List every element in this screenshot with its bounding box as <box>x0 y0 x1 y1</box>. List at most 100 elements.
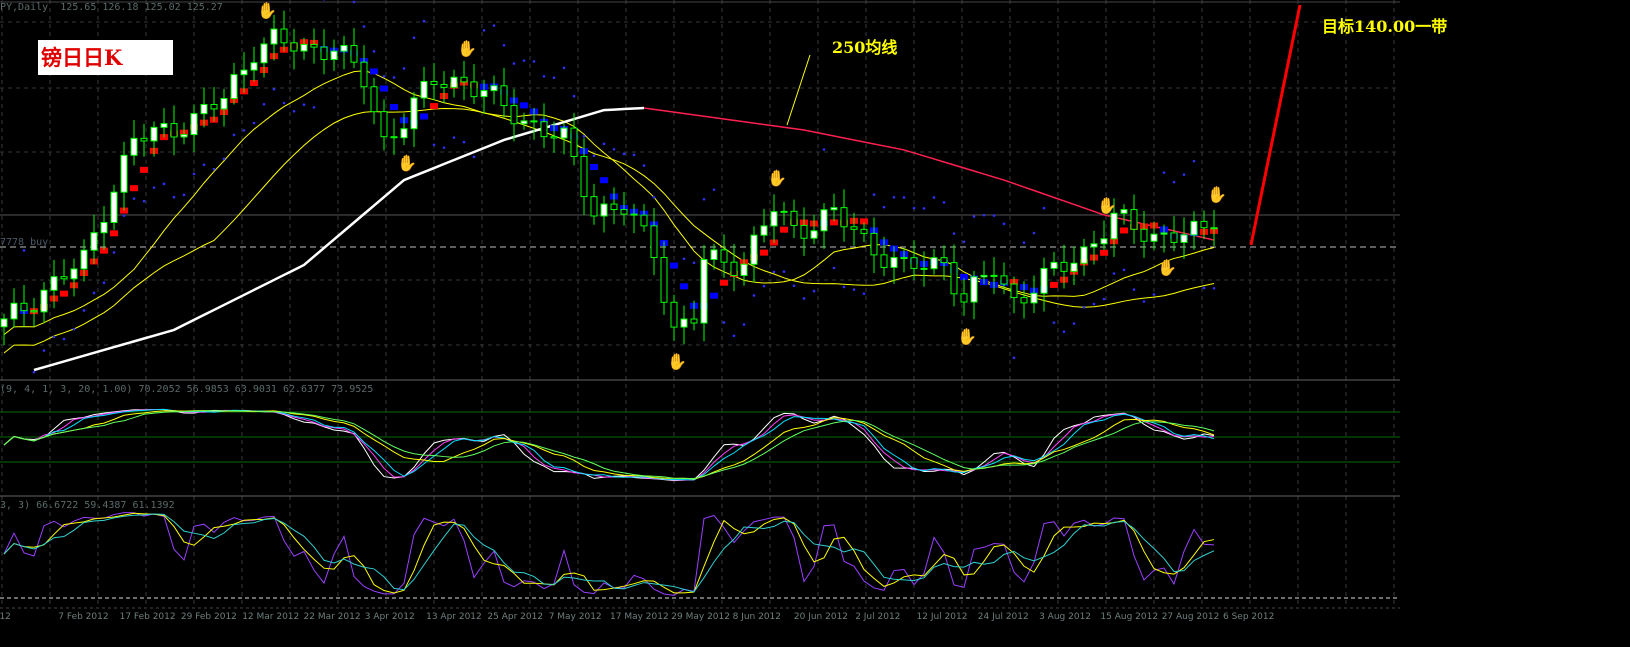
candle-body <box>920 267 928 270</box>
candle-body <box>40 289 48 313</box>
sar-dot <box>52 335 56 339</box>
sar-dot <box>432 143 436 147</box>
sar-dot <box>892 196 896 199</box>
candle-body <box>780 210 788 213</box>
candle-body <box>440 84 448 88</box>
sar-dot <box>412 36 416 40</box>
sar-dot <box>702 197 706 201</box>
sar-dot <box>172 195 176 199</box>
sar-dot <box>422 19 426 23</box>
oscillator-panel-1 <box>3 408 1215 482</box>
sar-dot <box>502 44 506 47</box>
sar-dot <box>402 67 406 70</box>
sar-dot <box>742 323 746 326</box>
target-annotation: 目标140.00一带 <box>1322 17 1448 36</box>
sar-dot <box>992 214 996 217</box>
sar-dot <box>712 188 716 191</box>
candle-body <box>910 257 918 269</box>
candle-body <box>350 44 358 63</box>
sar-dot <box>1032 231 1036 235</box>
sar-dot <box>202 163 206 167</box>
trend-marker <box>590 164 598 171</box>
sar-dot <box>952 232 956 235</box>
sar-dot <box>312 106 316 109</box>
sar-dot <box>252 121 256 125</box>
sar-dot <box>842 285 846 289</box>
trend-marker <box>140 166 148 173</box>
sar-dot <box>772 270 776 274</box>
ma250-line-red <box>643 107 1215 241</box>
candle-body <box>450 76 458 88</box>
candle-body <box>460 76 468 83</box>
candle-body <box>1030 292 1038 304</box>
candle-body <box>140 137 148 142</box>
candle-body <box>1010 283 1018 299</box>
x-tick-label: 6 Sep 2012 <box>1223 612 1275 622</box>
trend-marker <box>1050 281 1058 288</box>
candle-body <box>730 261 738 276</box>
candle-body <box>0 318 8 328</box>
candle-body <box>610 203 618 211</box>
candle-body <box>270 28 278 45</box>
trend-marker <box>430 103 438 110</box>
trend-marker <box>720 279 728 286</box>
trend-marker <box>1100 249 1108 256</box>
candle-body <box>970 276 978 303</box>
candle-body <box>600 203 608 217</box>
sell-hand-icon: ✋ <box>257 1 277 20</box>
sar-dot <box>562 66 566 70</box>
candle-body <box>1130 209 1138 230</box>
candle-body <box>130 137 138 156</box>
candle-body <box>750 234 758 265</box>
x-tick-label: 3 Apr 2012 <box>364 612 415 622</box>
sar-dot <box>962 240 966 244</box>
candle-body <box>1180 234 1188 243</box>
sar-dot <box>212 167 216 171</box>
sar-dot <box>1102 297 1106 301</box>
x-tick-label: 7 Feb 2012 <box>58 612 109 622</box>
sar-dot <box>1202 286 1206 290</box>
candle-body <box>790 210 798 226</box>
x-tick-label: 15 Aug 2012 <box>1100 612 1159 622</box>
candle-body <box>150 126 158 142</box>
osc2-cyan-line <box>3 513 1215 593</box>
candle-body <box>50 276 58 291</box>
candle-body <box>630 213 638 216</box>
x-tick-label: 2012 <box>0 612 11 622</box>
candle-body <box>670 301 678 328</box>
candle-body <box>70 268 78 280</box>
sar-dot <box>572 94 576 98</box>
chart-header: PY,Daily 125.65 126.18 125.02 125.27 <box>0 2 223 13</box>
symbol-label: PY,Daily <box>0 2 49 13</box>
sar-dot <box>912 206 916 210</box>
sar-dot <box>1112 272 1116 275</box>
candle-body <box>120 154 128 193</box>
x-tick-label: 13 Apr 2012 <box>426 612 482 622</box>
trend-marker <box>600 177 608 184</box>
x-tick-label: 12 Jul 2012 <box>916 612 968 622</box>
sar-dot <box>112 251 116 254</box>
sar-dot <box>42 349 46 352</box>
candle-body <box>530 120 538 123</box>
x-tick-label: 29 May 2012 <box>671 612 730 622</box>
sar-dot <box>822 148 826 151</box>
candle-body <box>470 81 478 98</box>
sar-dot <box>1182 173 1186 176</box>
sar-dot <box>452 136 456 139</box>
candle-body <box>680 318 688 328</box>
candle-body <box>1190 220 1198 236</box>
sar-dot <box>762 284 766 288</box>
sar-dot <box>232 133 236 137</box>
candle-body <box>870 232 878 256</box>
candle-body <box>1060 261 1068 272</box>
sar-dot <box>932 196 936 199</box>
sar-dot <box>1142 300 1146 303</box>
candle-body <box>1170 232 1178 243</box>
sar-dot <box>362 25 366 28</box>
x-tick-label: 12 Mar 2012 <box>242 612 300 622</box>
sar-dot <box>1042 206 1046 210</box>
candle-body <box>1040 267 1048 294</box>
indicator1-label: (9, 4, 1, 3, 20, 1.00) 70.2052 56.9853 6… <box>0 384 374 395</box>
sar-dot <box>1162 171 1166 174</box>
candle-body <box>490 85 498 92</box>
